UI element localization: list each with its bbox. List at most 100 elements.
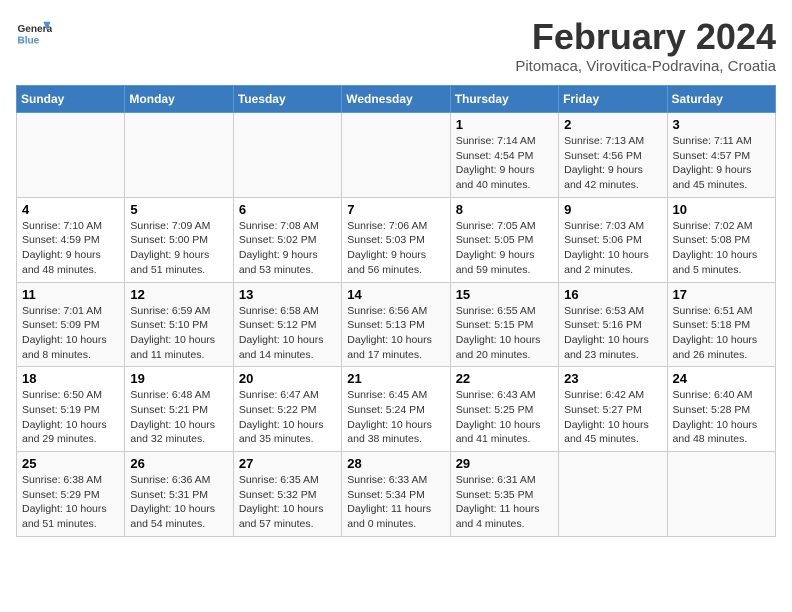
week-row-1: 1 Sunrise: 7:14 AMSunset: 4:54 PMDaylight… bbox=[17, 113, 776, 198]
day-info: Sunrise: 6:50 AMSunset: 5:19 PMDaylight:… bbox=[22, 388, 119, 447]
calendar-cell: 18 Sunrise: 6:50 AMSunset: 5:19 PMDayligh… bbox=[17, 367, 125, 452]
calendar-cell bbox=[125, 113, 233, 198]
day-info: Sunrise: 7:11 AMSunset: 4:57 PMDaylight:… bbox=[673, 134, 770, 193]
day-number: 21 bbox=[347, 371, 444, 386]
day-number: 14 bbox=[347, 287, 444, 302]
day-number: 11 bbox=[22, 287, 119, 302]
day-info: Sunrise: 6:53 AMSunset: 5:16 PMDaylight:… bbox=[564, 304, 661, 363]
day-number: 23 bbox=[564, 371, 661, 386]
day-number: 27 bbox=[239, 456, 336, 471]
day-number: 1 bbox=[456, 117, 553, 132]
calendar-cell: 9 Sunrise: 7:03 AMSunset: 5:06 PMDaylight… bbox=[559, 197, 667, 282]
day-number: 9 bbox=[564, 202, 661, 217]
calendar-cell: 6 Sunrise: 7:08 AMSunset: 5:02 PMDaylight… bbox=[233, 197, 341, 282]
day-number: 12 bbox=[130, 287, 227, 302]
calendar-cell: 27 Sunrise: 6:35 AMSunset: 5:32 PMDayligh… bbox=[233, 452, 341, 537]
day-info: Sunrise: 6:58 AMSunset: 5:12 PMDaylight:… bbox=[239, 304, 336, 363]
calendar-cell: 12 Sunrise: 6:59 AMSunset: 5:10 PMDayligh… bbox=[125, 282, 233, 367]
calendar-cell: 20 Sunrise: 6:47 AMSunset: 5:22 PMDayligh… bbox=[233, 367, 341, 452]
day-info: Sunrise: 7:10 AMSunset: 4:59 PMDaylight:… bbox=[22, 219, 119, 278]
week-row-5: 25 Sunrise: 6:38 AMSunset: 5:29 PMDayligh… bbox=[17, 452, 776, 537]
day-info: Sunrise: 6:47 AMSunset: 5:22 PMDaylight:… bbox=[239, 388, 336, 447]
page-header: General Blue February 2024 Pitomaca, Vir… bbox=[16, 16, 776, 75]
day-info: Sunrise: 6:45 AMSunset: 5:24 PMDaylight:… bbox=[347, 388, 444, 447]
col-header-wednesday: Wednesday bbox=[342, 86, 450, 113]
day-number: 3 bbox=[673, 117, 770, 132]
col-header-monday: Monday bbox=[125, 86, 233, 113]
calendar-cell: 11Sunrise: 7:01 AMSunset: 5:09 PMDayligh… bbox=[17, 282, 125, 367]
calendar-cell: 10Sunrise: 7:02 AMSunset: 5:08 PMDayligh… bbox=[667, 197, 775, 282]
day-info: Sunrise: 6:48 AMSunset: 5:21 PMDaylight:… bbox=[130, 388, 227, 447]
calendar-cell: 19 Sunrise: 6:48 AMSunset: 5:21 PMDayligh… bbox=[125, 367, 233, 452]
col-header-friday: Friday bbox=[559, 86, 667, 113]
col-header-thursday: Thursday bbox=[450, 86, 558, 113]
calendar-cell: 23 Sunrise: 6:42 AMSunset: 5:27 PMDayligh… bbox=[559, 367, 667, 452]
day-info: Sunrise: 6:42 AMSunset: 5:27 PMDaylight:… bbox=[564, 388, 661, 447]
week-row-4: 18 Sunrise: 6:50 AMSunset: 5:19 PMDayligh… bbox=[17, 367, 776, 452]
day-number: 6 bbox=[239, 202, 336, 217]
title-block: February 2024 Pitomaca, Virovitica-Podra… bbox=[515, 16, 776, 75]
day-info: Sunrise: 6:59 AMSunset: 5:10 PMDaylight:… bbox=[130, 304, 227, 363]
day-number: 20 bbox=[239, 371, 336, 386]
calendar-cell: 29 Sunrise: 6:31 AMSunset: 5:35 PMDayligh… bbox=[450, 452, 558, 537]
day-info: Sunrise: 6:31 AMSunset: 5:35 PMDaylight:… bbox=[456, 473, 553, 532]
col-header-sunday: Sunday bbox=[17, 86, 125, 113]
calendar-cell: 7Sunrise: 7:06 AMSunset: 5:03 PMDaylight… bbox=[342, 197, 450, 282]
logo: General Blue bbox=[16, 16, 52, 52]
calendar-cell: 8 Sunrise: 7:05 AMSunset: 5:05 PMDaylight… bbox=[450, 197, 558, 282]
calendar-cell: 3 Sunrise: 7:11 AMSunset: 4:57 PMDaylight… bbox=[667, 113, 775, 198]
day-number: 25 bbox=[22, 456, 119, 471]
day-info: Sunrise: 6:38 AMSunset: 5:29 PMDaylight:… bbox=[22, 473, 119, 532]
calendar-cell bbox=[17, 113, 125, 198]
day-number: 10 bbox=[673, 202, 770, 217]
day-info: Sunrise: 7:03 AMSunset: 5:06 PMDaylight:… bbox=[564, 219, 661, 278]
day-info: Sunrise: 6:36 AMSunset: 5:31 PMDaylight:… bbox=[130, 473, 227, 532]
day-number: 2 bbox=[564, 117, 661, 132]
day-info: Sunrise: 6:56 AMSunset: 5:13 PMDaylight:… bbox=[347, 304, 444, 363]
calendar-cell: 25 Sunrise: 6:38 AMSunset: 5:29 PMDayligh… bbox=[17, 452, 125, 537]
day-info: Sunrise: 6:35 AMSunset: 5:32 PMDaylight:… bbox=[239, 473, 336, 532]
day-info: Sunrise: 6:51 AMSunset: 5:18 PMDaylight:… bbox=[673, 304, 770, 363]
calendar-cell bbox=[667, 452, 775, 537]
day-number: 13 bbox=[239, 287, 336, 302]
col-header-tuesday: Tuesday bbox=[233, 86, 341, 113]
day-info: Sunrise: 7:05 AMSunset: 5:05 PMDaylight:… bbox=[456, 219, 553, 278]
calendar-title: February 2024 bbox=[515, 16, 776, 58]
calendar-cell: 16 Sunrise: 6:53 AMSunset: 5:16 PMDayligh… bbox=[559, 282, 667, 367]
day-number: 19 bbox=[130, 371, 227, 386]
calendar-cell: 5Sunrise: 7:09 AMSunset: 5:00 PMDaylight… bbox=[125, 197, 233, 282]
day-number: 22 bbox=[456, 371, 553, 386]
calendar-header-row: SundayMondayTuesdayWednesdayThursdayFrid… bbox=[17, 86, 776, 113]
calendar-subtitle: Pitomaca, Virovitica-Podravina, Croatia bbox=[515, 58, 776, 75]
calendar-cell bbox=[342, 113, 450, 198]
week-row-2: 4 Sunrise: 7:10 AMSunset: 4:59 PMDaylight… bbox=[17, 197, 776, 282]
calendar-cell: 13 Sunrise: 6:58 AMSunset: 5:12 PMDayligh… bbox=[233, 282, 341, 367]
calendar-cell bbox=[559, 452, 667, 537]
day-number: 24 bbox=[673, 371, 770, 386]
logo-icon: General Blue bbox=[16, 16, 52, 52]
calendar-cell: 24Sunrise: 6:40 AMSunset: 5:28 PMDayligh… bbox=[667, 367, 775, 452]
calendar-cell: 28Sunrise: 6:33 AMSunset: 5:34 PMDayligh… bbox=[342, 452, 450, 537]
calendar-cell: 22 Sunrise: 6:43 AMSunset: 5:25 PMDayligh… bbox=[450, 367, 558, 452]
day-info: Sunrise: 7:14 AMSunset: 4:54 PMDaylight:… bbox=[456, 134, 553, 193]
calendar-cell: 4 Sunrise: 7:10 AMSunset: 4:59 PMDaylight… bbox=[17, 197, 125, 282]
day-number: 8 bbox=[456, 202, 553, 217]
calendar-cell: 1 Sunrise: 7:14 AMSunset: 4:54 PMDaylight… bbox=[450, 113, 558, 198]
day-number: 16 bbox=[564, 287, 661, 302]
day-info: Sunrise: 6:55 AMSunset: 5:15 PMDaylight:… bbox=[456, 304, 553, 363]
calendar-cell: 26 Sunrise: 6:36 AMSunset: 5:31 PMDayligh… bbox=[125, 452, 233, 537]
col-header-saturday: Saturday bbox=[667, 86, 775, 113]
day-info: Sunrise: 7:13 AMSunset: 4:56 PMDaylight:… bbox=[564, 134, 661, 193]
day-number: 18 bbox=[22, 371, 119, 386]
day-number: 26 bbox=[130, 456, 227, 471]
day-number: 29 bbox=[456, 456, 553, 471]
day-info: Sunrise: 6:43 AMSunset: 5:25 PMDaylight:… bbox=[456, 388, 553, 447]
calendar-cell: 15Sunrise: 6:55 AMSunset: 5:15 PMDayligh… bbox=[450, 282, 558, 367]
day-number: 7 bbox=[347, 202, 444, 217]
day-number: 4 bbox=[22, 202, 119, 217]
day-number: 5 bbox=[130, 202, 227, 217]
calendar-cell bbox=[233, 113, 341, 198]
day-info: Sunrise: 7:08 AMSunset: 5:02 PMDaylight:… bbox=[239, 219, 336, 278]
day-number: 17 bbox=[673, 287, 770, 302]
day-number: 28 bbox=[347, 456, 444, 471]
